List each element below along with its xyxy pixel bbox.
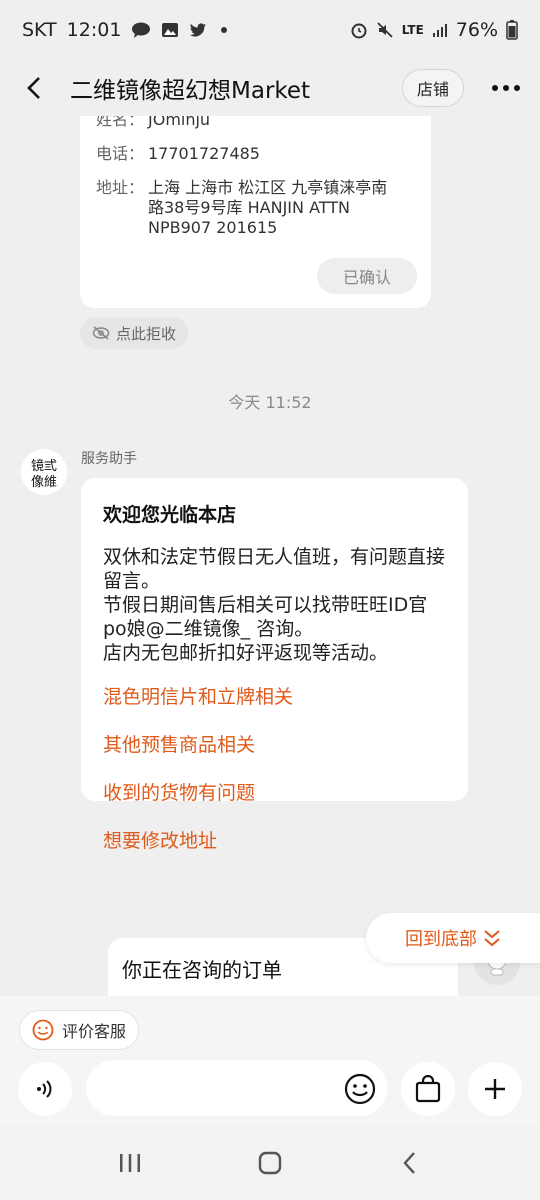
plus-button[interactable] [468, 1062, 522, 1116]
system-nav-bar [0, 1126, 540, 1200]
chevron-left-icon [27, 77, 40, 99]
svg-text:镜弎: 镜弎 [31, 459, 57, 474]
svg-text:像維: 像維 [31, 475, 57, 490]
eye-off-icon [92, 326, 110, 340]
more-dot [492, 85, 498, 91]
home-icon [258, 1151, 282, 1175]
name-value: JOminju [148, 116, 211, 129]
more-dot [514, 85, 520, 91]
back-arrow-icon [403, 1152, 415, 1174]
reject-label: 点此拒收 [116, 324, 177, 343]
gallery-icon [161, 22, 179, 38]
message-title: 欢迎您光临本店 [103, 504, 237, 526]
notification-dot [221, 27, 228, 33]
store-button[interactable]: 店铺 [401, 69, 464, 107]
shop-bag-button[interactable] [401, 1062, 455, 1116]
smile-icon [32, 1019, 54, 1041]
confirmed-button[interactable]: 已确认 [317, 258, 417, 294]
phone-row: 电话： 17701727485 [96, 144, 415, 164]
service-avatar[interactable]: 镜弎 像維 [21, 449, 67, 495]
name-label: 姓名： [96, 116, 145, 129]
voice-icon [37, 1080, 52, 1098]
address-value: 上海 上海市 松江区 九亭镇涞亭南路38号9号库 HANJIN ATTN NPB… [148, 178, 388, 237]
address-card: 姓名： JOminju 电话： 17701727485 地址： 上海 上海市 松… [80, 116, 431, 308]
talk-icon [131, 22, 151, 38]
plus-icon [485, 1079, 505, 1099]
recent-apps-icon [120, 1154, 140, 1172]
battery-icon [506, 20, 518, 40]
clock: 12:01 [66, 19, 122, 41]
emoji-icon [344, 1073, 376, 1105]
phone-label: 电话： [96, 144, 145, 163]
quick-link-preorder[interactable]: 其他预售商品相关 [103, 733, 446, 757]
back-to-bottom-button[interactable]: 回到底部 [366, 913, 540, 963]
chat-area[interactable]: 姓名： JOminju 电话： 17701727485 地址： 上海 上海市 松… [0, 116, 540, 996]
quick-link-postcards[interactable]: 混色明信片和立牌相关 [103, 685, 446, 709]
chat-header: 二维镜像超幻想Market 店铺 [0, 60, 540, 116]
emoji-button[interactable] [343, 1072, 377, 1106]
carrier-label: SKT [22, 19, 57, 41]
chat-title: 二维镜像超幻想Market [70, 78, 311, 104]
double-chevron-down-icon [484, 930, 500, 947]
rate-service-button[interactable]: 评价客服 [19, 1010, 140, 1050]
message-body: 双休和法定节假日无人值班，有问题直接留言。 节假日期间售后相关可以找带旺旺ID官… [103, 546, 446, 664]
address-row: 地址： 上海 上海市 松江区 九亭镇涞亭南路38号9号库 HANJIN ATTN… [96, 178, 415, 238]
back-to-bottom-label: 回到底部 [405, 929, 477, 950]
welcome-message: 欢迎您光临本店 双休和法定节假日无人值班，有问题直接留言。 节假日期间售后相关可… [81, 478, 468, 852]
address-label: 地址： [96, 178, 145, 197]
more-dot [503, 85, 509, 91]
alarm-icon [350, 21, 368, 39]
message-timestamp: 今天 11:52 [228, 393, 312, 412]
recent-apps-button[interactable] [100, 1133, 160, 1193]
back-button[interactable] [0, 60, 70, 116]
rate-service-label: 评价客服 [62, 1022, 127, 1041]
battery-label: 76% [455, 19, 498, 41]
phone-value: 17701727485 [148, 144, 260, 163]
system-back-button[interactable] [380, 1133, 440, 1193]
input-area: 评价客服 [0, 996, 540, 1126]
quick-link-goods-problem[interactable]: 收到的货物有问题 [103, 781, 446, 805]
shopping-bag-icon [415, 1075, 441, 1103]
message-input[interactable] [86, 1060, 387, 1116]
sender-name: 服务助手 [81, 451, 137, 467]
quick-link-change-address[interactable]: 想要修改地址 [103, 829, 446, 853]
voice-button[interactable] [18, 1062, 72, 1116]
more-options-button[interactable] [486, 68, 526, 108]
name-row: 姓名： JOminju [96, 116, 415, 130]
mute-icon [376, 21, 394, 39]
home-button[interactable] [240, 1133, 300, 1193]
signal-icon [432, 22, 448, 38]
reject-button[interactable]: 点此拒收 [80, 317, 189, 349]
twitter-icon [189, 22, 207, 38]
status-bar: SKT 12:01 LTE 76% [0, 0, 540, 60]
network-label: LTE [401, 23, 424, 37]
